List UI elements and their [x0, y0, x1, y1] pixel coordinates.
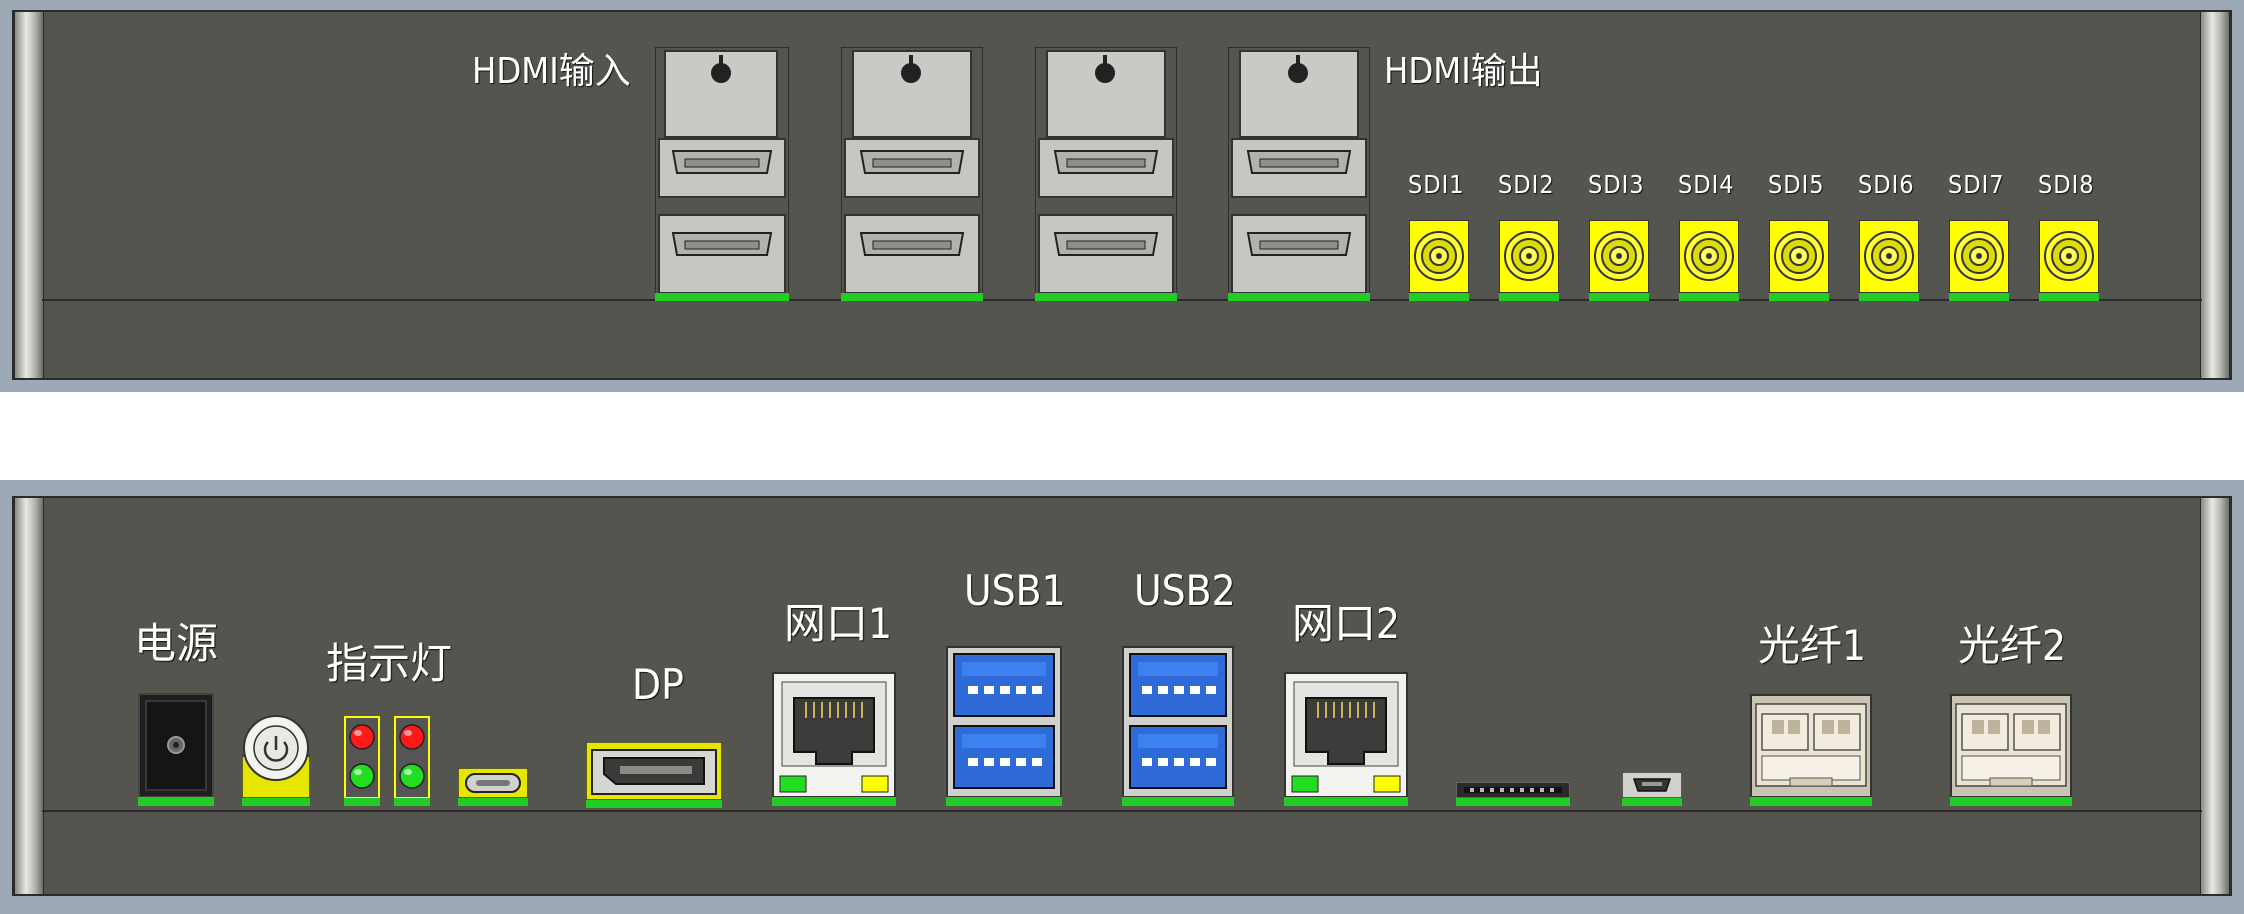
lan1-label: 网口1 — [784, 599, 893, 648]
left-rail — [14, 498, 44, 894]
sdi-label-3: SDI3 — [1588, 170, 1645, 199]
sd-card-slot — [1456, 782, 1570, 806]
hdmi-input-label: HDMI输入 — [472, 51, 631, 92]
sdi-label-4: SDI4 — [1678, 170, 1735, 199]
usb1-label: USB1 — [964, 566, 1066, 615]
indicator-led-1 — [344, 716, 380, 806]
fiber2-label: 光纤2 — [1958, 621, 2067, 670]
micro-usb-port — [1622, 772, 1682, 806]
panel-ledge — [42, 810, 2202, 812]
sdi-connector-5 — [1769, 220, 1829, 301]
fiber1-label: 光纤1 — [1758, 621, 1867, 670]
sdi-label-2: SDI2 — [1498, 170, 1555, 199]
usb-c-port — [458, 768, 528, 806]
sdi-connector-3 — [1589, 220, 1649, 301]
sdi-connector-6 — [1859, 220, 1919, 301]
indicator-label: 指示灯 — [326, 639, 453, 688]
left-rail — [14, 12, 44, 378]
top-panel: HDMI输入 HDMI输出 SDI1 SDI2 SDI3 SDI4 SDI5 S… — [0, 0, 2244, 392]
sdi-label-1: SDI1 — [1408, 170, 1465, 199]
power-label: 电源 — [134, 619, 219, 668]
bottom-panel: 电源 指示灯 DP 网口1 USB1 USB2 网口2 光纤1 光纤2 — [0, 480, 2244, 914]
hdmi-port-1 — [655, 47, 789, 301]
sdi-connector-1 — [1409, 220, 1469, 301]
lan1-port — [772, 672, 896, 806]
right-rail — [2200, 12, 2230, 378]
right-rail — [2200, 498, 2230, 894]
power-button-icon — [242, 708, 310, 806]
sdi-connector-7 — [1949, 220, 2009, 301]
sdi-label-6: SDI6 — [1858, 170, 1915, 199]
lan2-label: 网口2 — [1292, 599, 1401, 648]
displayport-port — [586, 742, 722, 808]
usb2-label: USB2 — [1134, 566, 1236, 615]
lan2-port — [1284, 672, 1408, 806]
sdi-label-7: SDI7 — [1948, 170, 2005, 199]
usb1-port — [946, 646, 1062, 806]
hdmi-port-3 — [1035, 47, 1177, 301]
dp-label: DP — [632, 660, 684, 709]
dc-power-jack — [138, 693, 214, 806]
sdi-label-8: SDI8 — [2038, 170, 2095, 199]
sdi-label-5: SDI5 — [1768, 170, 1825, 199]
usb2-port — [1122, 646, 1234, 806]
hdmi-port-2 — [841, 47, 983, 301]
sdi-connector-4 — [1679, 220, 1739, 301]
sdi-connector-2 — [1499, 220, 1559, 301]
fiber2-port — [1950, 694, 2072, 806]
hdmi-port-4 — [1228, 47, 1370, 301]
indicator-led-2 — [394, 716, 430, 806]
sdi-connector-8 — [2039, 220, 2099, 301]
hdmi-output-label: HDMI输出 — [1384, 51, 1543, 92]
fiber1-port — [1750, 694, 1872, 806]
